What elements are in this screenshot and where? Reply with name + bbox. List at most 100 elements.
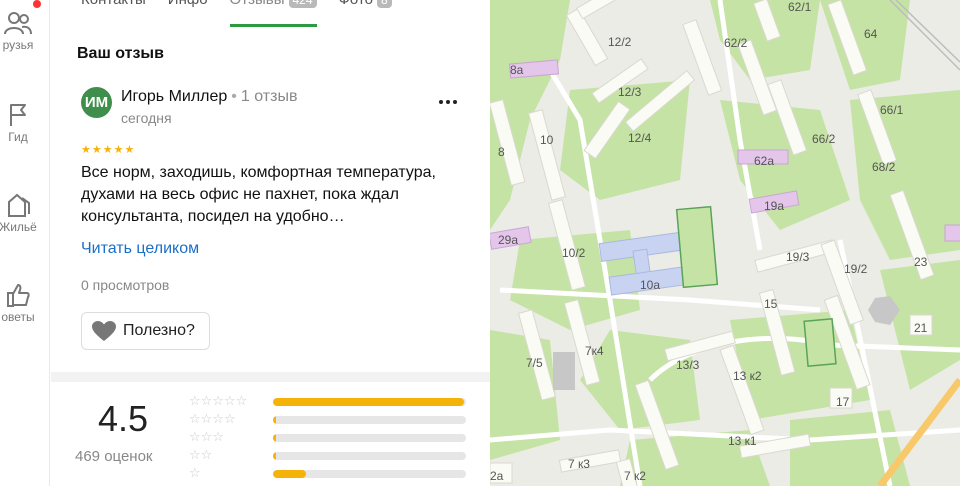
distribution-fill (273, 416, 276, 424)
map-house-number: 7 к2 (624, 469, 646, 483)
notification-dot (33, 0, 41, 8)
map-house-number: 13 к1 (728, 434, 757, 448)
star-icon: ☆☆☆☆ (189, 411, 236, 426)
avatar[interactable]: ИМ (81, 87, 112, 118)
rail-item-guide[interactable]: Гид (0, 102, 48, 144)
distribution-bar (273, 452, 466, 460)
dot-icon (439, 100, 443, 104)
star-icon: ☆☆☆ (189, 429, 224, 444)
tab-label: Контакты (81, 0, 146, 8)
tab-label: Инфо (168, 0, 208, 8)
tab-label: Отзывы (230, 0, 285, 8)
star-icon: ★ (102, 144, 113, 156)
star-icon: ★ (81, 144, 91, 156)
map-house-number: 62а (754, 154, 775, 168)
star-icon: ★ (124, 144, 135, 156)
tab-photos[interactable]: Фото 8 (339, 0, 392, 28)
map-house-number: 2а (490, 469, 504, 483)
map-canvas (490, 0, 960, 486)
housing-icon (8, 193, 30, 217)
dot-icon (453, 100, 457, 104)
map-house-number: 10 (540, 133, 554, 147)
map-house-number: 19/2 (844, 262, 868, 276)
left-rail: рузья Гид Жильё оветы (0, 0, 50, 486)
friends-icon (4, 12, 32, 35)
star-icon: ☆ (189, 465, 201, 480)
map-house-number: 12/2 (608, 35, 632, 49)
distribution-bar (273, 434, 466, 442)
map-house-number: 19/3 (786, 250, 810, 264)
useful-label: Полезно? (123, 322, 195, 339)
map-house-number: 7 к3 (568, 457, 590, 471)
map-house-number: 12/3 (618, 85, 642, 99)
map-house-number: 15 (764, 297, 778, 311)
distribution-fill (273, 470, 306, 478)
map-house-number: 64 (864, 27, 878, 41)
map-house-number: 13 к2 (733, 369, 762, 383)
map-house-number: 29а (498, 233, 519, 247)
separator-dot: • (231, 88, 237, 105)
distribution-row[interactable]: ☆☆☆☆ (189, 412, 479, 428)
map-house-number: 8 (498, 145, 505, 159)
tab-badge: 8 (377, 0, 392, 8)
rail-item-tips[interactable]: оветы (0, 282, 48, 324)
map-house-number: 21 (914, 321, 928, 335)
thumbs-up-icon (7, 284, 30, 307)
star-icon: ☆☆ (189, 447, 213, 462)
distribution-row[interactable]: ☆☆ (189, 448, 479, 464)
star-icon: ★ (91, 144, 102, 156)
map[interactable]: 8а 12/2 12/3 12/4 62/2 62/1 64 66/1 66/2 62а 68/2 1… (490, 0, 960, 486)
distribution-bar (273, 470, 466, 478)
distribution-row[interactable]: ☆☆☆ (189, 430, 479, 446)
rail-item-friends[interactable]: рузья (0, 10, 48, 52)
flag-icon (10, 104, 26, 126)
more-options-button[interactable] (435, 92, 461, 112)
tab-bar: Контакты Инфо Отзывы424 Фото 8 (81, 0, 392, 30)
reviews-panel: Контакты Инфо Отзывы424 Фото8 Ваш отзыв … (51, 0, 490, 486)
distribution-fill (273, 398, 465, 406)
distribution-bar (273, 398, 466, 406)
tab-contacts[interactable]: Контакты (81, 0, 146, 28)
map-house-number: 66/1 (880, 103, 904, 117)
rating-score: 4.5 (97, 398, 149, 439)
heart-icon (92, 321, 116, 341)
map-house-number: 62/1 (788, 0, 812, 14)
map-house-number: 7к4 (585, 344, 604, 358)
map-house-number: 8а (510, 63, 524, 77)
rating-count: 469 оценок (75, 448, 153, 465)
rail-label: Гид (8, 130, 28, 144)
tab-reviews[interactable]: Отзывы424 (229, 0, 317, 28)
author-name[interactable]: Игорь Миллер (121, 88, 227, 105)
views-count: 0 просмотров (81, 277, 170, 293)
distribution-fill (273, 434, 276, 442)
map-house-number: 66/2 (812, 132, 836, 146)
author-review-count: 1 отзыв (240, 88, 298, 105)
map-house-number: 23 (914, 255, 928, 269)
map-house-number: 12/4 (628, 131, 652, 145)
review-author: Игорь Миллер • 1 отзыв (121, 88, 297, 106)
distribution-row[interactable]: ☆☆☆☆☆ (189, 394, 479, 410)
map-house-number: 62/2 (724, 36, 748, 50)
tab-label: Фото (339, 0, 373, 8)
useful-button[interactable]: Полезно? (81, 312, 210, 350)
rail-label: рузья (2, 38, 34, 52)
read-more-link[interactable]: Читать целиком (81, 240, 199, 258)
review-text: Все норм, заходишь, комфортная температу… (81, 164, 436, 225)
tab-badge: 424 (288, 0, 317, 8)
rail-item-housing[interactable]: Жильё (0, 192, 48, 234)
map-house-number: 7/5 (526, 356, 543, 370)
map-house-number: 13/3 (676, 358, 700, 372)
tab-info[interactable]: Инфо (168, 0, 208, 28)
map-house-number: 10/2 (562, 246, 586, 260)
star-icon: ☆☆☆☆☆ (189, 393, 248, 408)
map-house-number: 68/2 (872, 160, 896, 174)
dot-icon (446, 100, 450, 104)
distribution-fill (273, 452, 276, 460)
review-rating: ★ ★ ★ ★ ★ (81, 145, 134, 156)
map-house-number: 10а (640, 278, 661, 292)
star-icon: ★ (113, 144, 124, 156)
section-title: Ваш отзыв (77, 45, 164, 62)
distribution-row[interactable]: ☆ (189, 466, 479, 482)
map-house-number: 19а (764, 199, 785, 213)
rail-label: Жильё (0, 220, 37, 234)
